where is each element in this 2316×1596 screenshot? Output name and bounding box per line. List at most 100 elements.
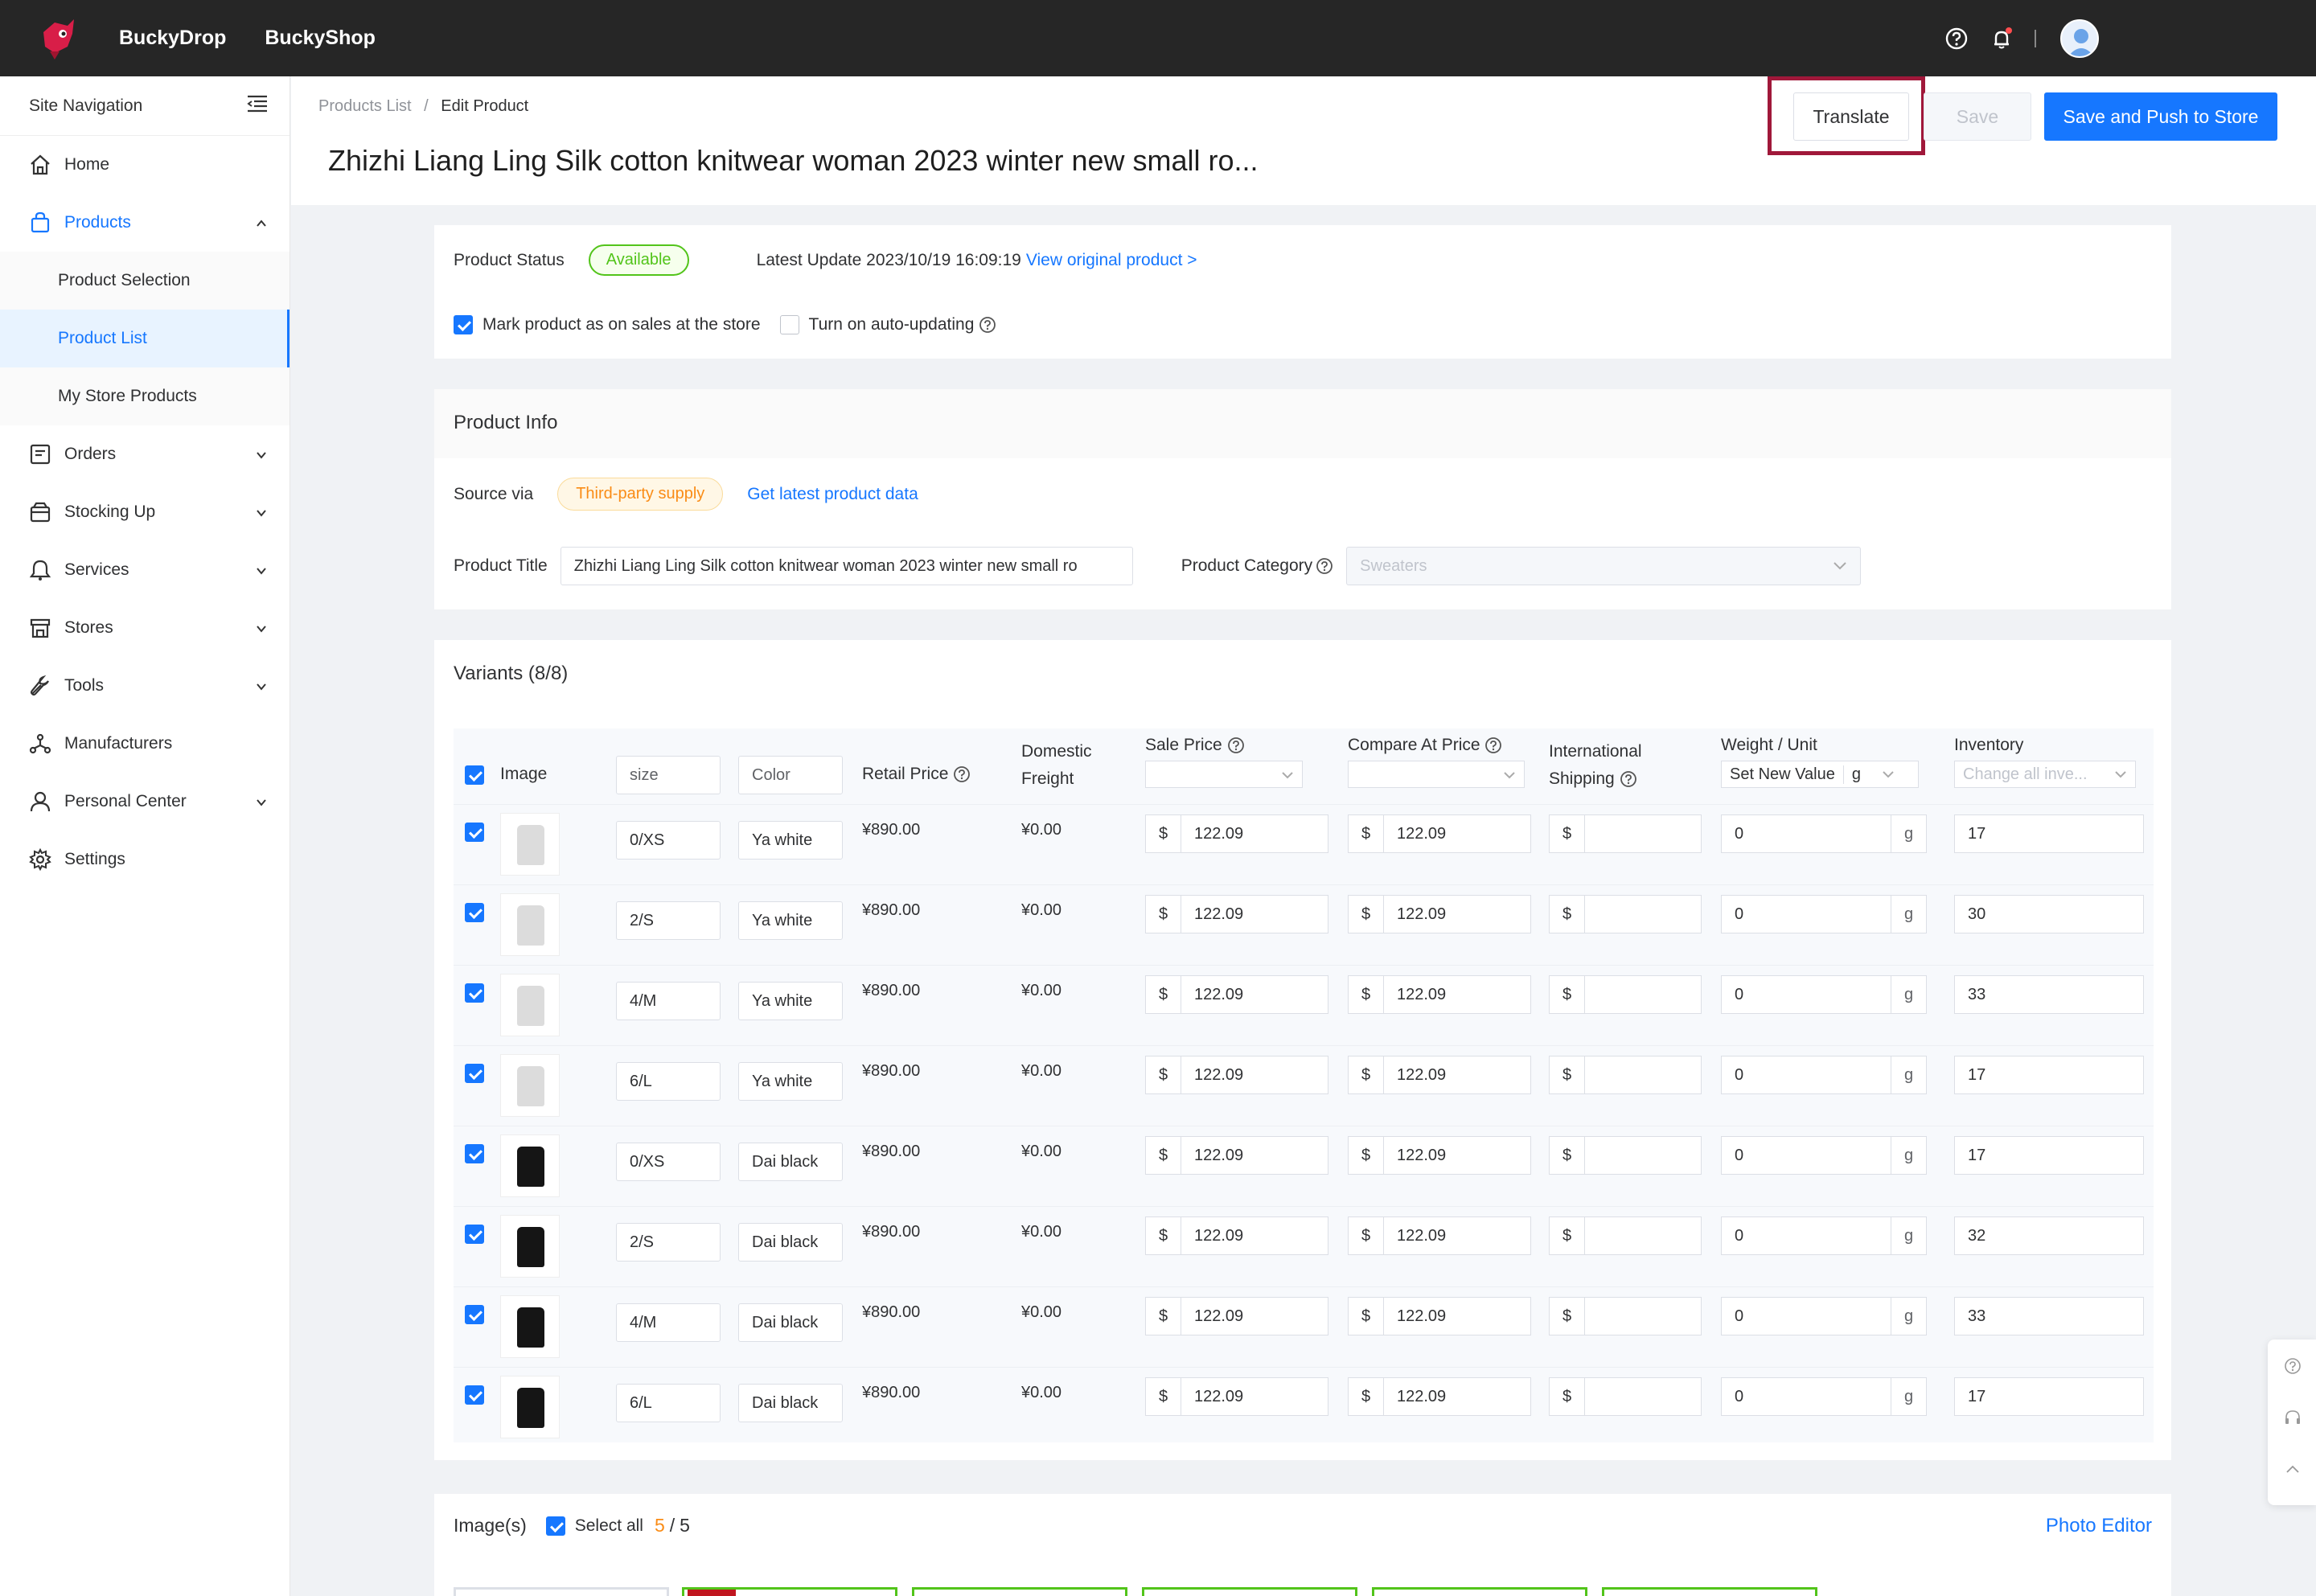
variant-checkbox[interactable] bbox=[465, 1064, 484, 1083]
variant-size-input[interactable]: 4/M bbox=[616, 1303, 721, 1342]
variant-image[interactable] bbox=[500, 813, 560, 876]
sidebar-item-personal-center[interactable]: Personal Center bbox=[0, 773, 290, 831]
view-original-link[interactable]: View original product > bbox=[1026, 251, 1197, 270]
variant-image[interactable] bbox=[500, 1295, 560, 1358]
variant-compare-price-input[interactable]: $122.09 bbox=[1348, 1216, 1531, 1255]
photo-editor-link[interactable]: Photo Editor bbox=[2046, 1515, 2152, 1537]
variant-checkbox[interactable] bbox=[465, 1305, 484, 1324]
variant-image[interactable] bbox=[500, 1376, 560, 1438]
variant-weight-input[interactable]: 0g bbox=[1721, 1377, 1927, 1416]
sidebar-item-settings[interactable]: Settings bbox=[0, 831, 290, 888]
variant-image[interactable] bbox=[500, 974, 560, 1036]
image-upload-slot[interactable] bbox=[454, 1587, 669, 1596]
color-header-input[interactable]: Color bbox=[738, 756, 843, 794]
variant-size-input[interactable]: 6/L bbox=[616, 1384, 721, 1422]
image-thumbnail[interactable] bbox=[682, 1587, 897, 1596]
variant-inventory-input[interactable]: 30 bbox=[1954, 895, 2144, 933]
variant-color-input[interactable]: Ya white bbox=[738, 821, 843, 860]
help-icon[interactable] bbox=[979, 316, 996, 334]
variant-weight-input[interactable]: 0g bbox=[1721, 1136, 1927, 1175]
sidebar-item-products[interactable]: Products bbox=[0, 194, 290, 252]
variant-image[interactable] bbox=[500, 1054, 560, 1117]
variant-checkbox[interactable] bbox=[465, 983, 484, 1003]
inventory-bulk-select[interactable]: Change all inve... bbox=[1954, 761, 2136, 788]
variant-sale-price-input[interactable]: $122.09 bbox=[1145, 975, 1328, 1014]
save-and-push-button[interactable]: Save and Push to Store bbox=[2044, 92, 2277, 141]
variant-intl-shipping-input[interactable]: $ bbox=[1549, 1216, 1702, 1255]
variant-color-input[interactable]: Ya white bbox=[738, 901, 843, 940]
variant-compare-price-input[interactable]: $122.09 bbox=[1348, 1377, 1531, 1416]
variant-size-input[interactable]: 2/S bbox=[616, 901, 721, 940]
product-title-input[interactable]: Zhizhi Liang Ling Silk cotton knitwear w… bbox=[560, 547, 1133, 585]
variant-inventory-input[interactable]: 17 bbox=[1954, 1056, 2144, 1094]
variant-inventory-input[interactable]: 17 bbox=[1954, 1377, 2144, 1416]
help-icon[interactable] bbox=[1620, 770, 1637, 788]
image-thumbnail[interactable] bbox=[1602, 1587, 1817, 1596]
size-header-input[interactable]: size bbox=[616, 756, 721, 794]
variant-color-input[interactable]: Ya white bbox=[738, 982, 843, 1020]
sidebar-item-manufacturers[interactable]: Manufacturers bbox=[0, 715, 290, 773]
translate-button[interactable]: Translate bbox=[1793, 92, 1909, 141]
brand-buckyshop[interactable]: BuckyShop bbox=[265, 27, 376, 50]
variant-sale-price-input[interactable]: $122.09 bbox=[1145, 1216, 1328, 1255]
variant-sale-price-input[interactable]: $122.09 bbox=[1145, 1136, 1328, 1175]
weight-unit-select[interactable]: g bbox=[1842, 765, 1895, 784]
avatar[interactable] bbox=[2060, 18, 2099, 58]
variant-size-input[interactable]: 4/M bbox=[616, 982, 721, 1020]
variant-inventory-input[interactable]: 17 bbox=[1954, 814, 2144, 853]
variant-sale-price-input[interactable]: $122.09 bbox=[1145, 895, 1328, 933]
variant-sale-price-input[interactable]: $122.09 bbox=[1145, 1297, 1328, 1335]
variant-weight-input[interactable]: 0g bbox=[1721, 895, 1927, 933]
product-category-select[interactable]: Sweaters bbox=[1346, 547, 1862, 585]
variant-color-input[interactable]: Dai black bbox=[738, 1223, 843, 1262]
image-thumbnail[interactable] bbox=[1142, 1587, 1357, 1596]
brand-buckydrop[interactable]: BuckyDrop bbox=[119, 27, 226, 50]
variant-weight-input[interactable]: 0g bbox=[1721, 1216, 1927, 1255]
variant-size-input[interactable]: 0/XS bbox=[616, 1143, 721, 1181]
sidebar-item-services[interactable]: Services bbox=[0, 541, 290, 599]
variant-color-input[interactable]: Dai black bbox=[738, 1303, 843, 1342]
sidebar-item-product-list[interactable]: Product List bbox=[0, 310, 290, 367]
variant-weight-input[interactable]: 0g bbox=[1721, 975, 1927, 1014]
help-icon[interactable] bbox=[1944, 27, 1969, 51]
variant-sale-price-input[interactable]: $122.09 bbox=[1145, 1056, 1328, 1094]
help-icon[interactable] bbox=[1316, 557, 1333, 575]
variant-intl-shipping-input[interactable]: $ bbox=[1549, 1377, 1702, 1416]
variant-size-input[interactable]: 6/L bbox=[616, 1062, 721, 1101]
help-icon[interactable] bbox=[1227, 736, 1245, 754]
collapse-menu-icon[interactable] bbox=[246, 94, 269, 118]
mark-on-sale-checkbox[interactable] bbox=[454, 315, 473, 334]
variant-inventory-input[interactable]: 33 bbox=[1954, 1297, 2144, 1335]
breadcrumb-products-list[interactable]: Products List bbox=[318, 97, 412, 115]
variant-color-input[interactable]: Ya white bbox=[738, 1062, 843, 1101]
variant-weight-input[interactable]: 0g bbox=[1721, 814, 1927, 853]
get-latest-data-link[interactable]: Get latest product data bbox=[747, 485, 918, 504]
help-icon[interactable] bbox=[1484, 736, 1502, 754]
variant-color-input[interactable]: Dai black bbox=[738, 1143, 843, 1181]
variant-size-input[interactable]: 2/S bbox=[616, 1223, 721, 1262]
save-button[interactable]: Save bbox=[1924, 92, 2031, 141]
sidebar-item-stocking-up[interactable]: Stocking Up bbox=[0, 483, 290, 541]
variant-compare-price-input[interactable]: $122.09 bbox=[1348, 814, 1531, 853]
variant-checkbox[interactable] bbox=[465, 903, 484, 922]
variant-compare-price-input[interactable]: $122.09 bbox=[1348, 1056, 1531, 1094]
bell-icon[interactable] bbox=[1990, 27, 2014, 51]
sidebar-item-product-selection[interactable]: Product Selection bbox=[0, 252, 290, 310]
back-to-top-icon[interactable] bbox=[2284, 1460, 2302, 1482]
weight-bulk-input[interactable]: Set New Value g bbox=[1721, 761, 1919, 788]
variant-inventory-input[interactable]: 17 bbox=[1954, 1136, 2144, 1175]
sidebar-item-orders[interactable]: Orders bbox=[0, 425, 290, 483]
variant-checkbox[interactable] bbox=[465, 823, 484, 842]
compare-price-bulk-select[interactable] bbox=[1348, 761, 1525, 788]
select-all-variants-checkbox[interactable] bbox=[465, 765, 484, 785]
sidebar-item-stores[interactable]: Stores bbox=[0, 599, 290, 657]
variant-intl-shipping-input[interactable]: $ bbox=[1549, 975, 1702, 1014]
variant-compare-price-input[interactable]: $122.09 bbox=[1348, 1297, 1531, 1335]
variant-intl-shipping-input[interactable]: $ bbox=[1549, 814, 1702, 853]
variant-image[interactable] bbox=[500, 1134, 560, 1197]
variant-checkbox[interactable] bbox=[465, 1385, 484, 1405]
help-icon[interactable] bbox=[953, 765, 971, 783]
image-thumbnail[interactable] bbox=[1372, 1587, 1587, 1596]
help-icon[interactable] bbox=[2284, 1357, 2302, 1379]
sidebar-item-home[interactable]: Home bbox=[0, 136, 290, 194]
